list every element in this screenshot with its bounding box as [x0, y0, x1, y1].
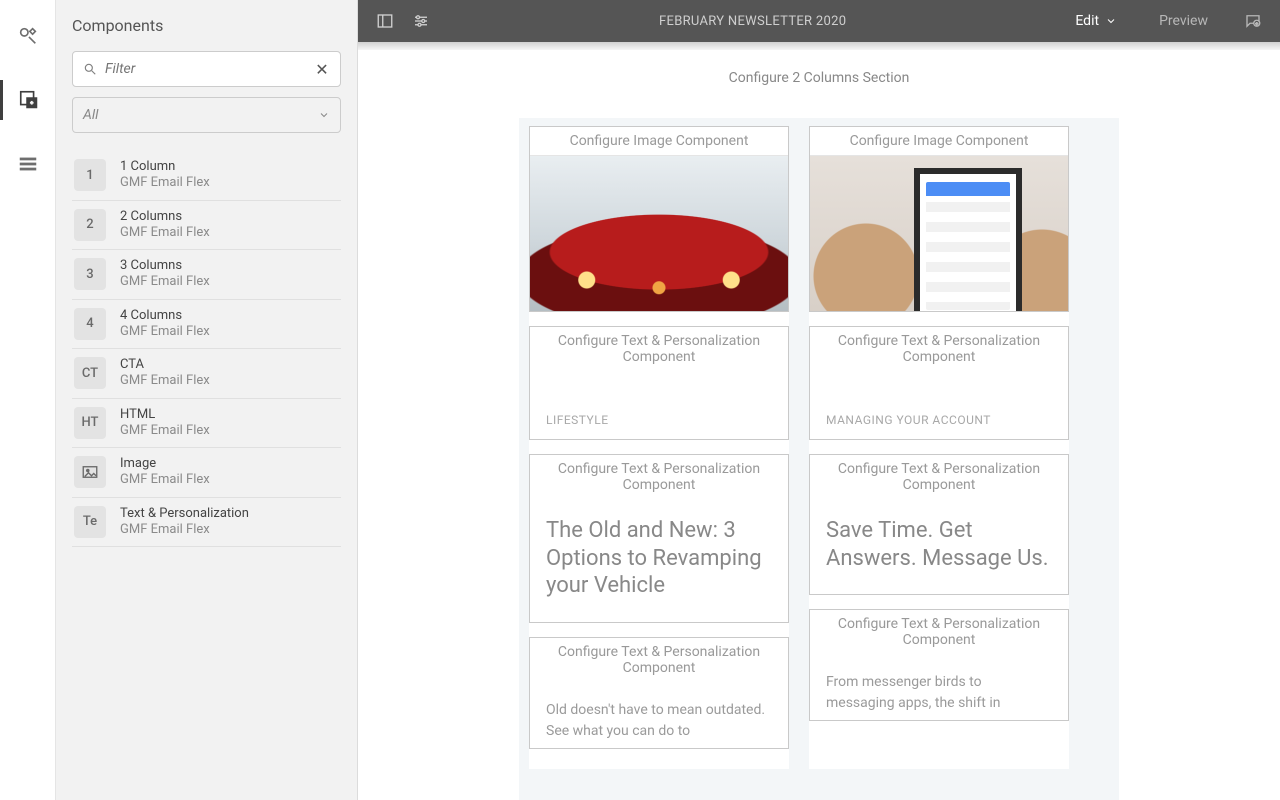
- headline-text: Save Time. Get Answers. Message Us.: [810, 499, 1068, 594]
- text-component-right-headline[interactable]: Configure Text & Personalization Compone…: [809, 454, 1069, 595]
- body-text: From messenger birds to messaging apps, …: [810, 654, 1068, 720]
- component-image[interactable]: Image GMF Email Flex: [72, 448, 341, 498]
- component-name: Text & Personalization: [120, 506, 249, 522]
- section-config-label[interactable]: Configure 2 Columns Section: [358, 50, 1280, 118]
- text-config-label: Configure Text & Personalization Compone…: [530, 327, 788, 371]
- svg-text:+: +: [1255, 23, 1258, 28]
- mode-label: Edit: [1075, 13, 1099, 29]
- panel-title: Components: [72, 16, 341, 35]
- component-group: GMF Email Flex: [120, 522, 249, 538]
- component-name: CTA: [120, 357, 210, 373]
- group-select[interactable]: All: [72, 97, 341, 133]
- text-component-left-body[interactable]: Configure Text & Personalization Compone…: [529, 637, 789, 749]
- chevron-down-icon: [1105, 15, 1117, 27]
- image-component-right[interactable]: Configure Image Component: [809, 126, 1069, 312]
- component-4-columns[interactable]: 4 4 Columns GMF Email Flex: [72, 300, 341, 350]
- text-config-label: Configure Text & Personalization Compone…: [810, 327, 1068, 371]
- text-config-label: Configure Text & Personalization Compone…: [810, 455, 1068, 499]
- mode-switcher[interactable]: Edit: [1075, 13, 1117, 29]
- image-config-label: Configure Image Component: [810, 127, 1068, 156]
- filter-input[interactable]: [105, 61, 306, 77]
- component-name: Image: [120, 456, 210, 472]
- headline-text: The Old and New: 3 Options to Revamping …: [530, 499, 788, 622]
- eyebrow-text: MANAGING YOUR ACCOUNT: [810, 371, 1068, 439]
- text-config-label: Configure Text & Personalization Compone…: [530, 638, 788, 682]
- component-cta[interactable]: CT CTA GMF Email Flex: [72, 349, 341, 399]
- component-name: 4 Columns: [120, 308, 210, 324]
- topbar-shadow: [358, 42, 1280, 50]
- two-column-section[interactable]: Configure Image Component Configure Text…: [519, 118, 1119, 800]
- component-list: 1 1 Column GMF Email Flex 2 2 Columns GM…: [72, 151, 341, 547]
- badge-2: 2: [74, 209, 106, 241]
- component-group: GMF Email Flex: [120, 175, 210, 191]
- filter-input-wrap[interactable]: ✕: [72, 51, 341, 87]
- component-name: 3 Columns: [120, 258, 210, 274]
- component-text-personalization[interactable]: Te Text & Personalization GMF Email Flex: [72, 498, 341, 548]
- component-2-columns[interactable]: 2 2 Columns GMF Email Flex: [72, 201, 341, 251]
- image-config-label: Configure Image Component: [530, 127, 788, 156]
- body-text: Old doesn't have to mean outdated. See w…: [530, 682, 788, 748]
- component-group: GMF Email Flex: [120, 274, 210, 290]
- component-3-columns[interactable]: 3 3 Columns GMF Email Flex: [72, 250, 341, 300]
- component-html[interactable]: HT HTML GMF Email Flex: [72, 399, 341, 449]
- clear-filter-icon[interactable]: ✕: [314, 60, 330, 79]
- preview-button[interactable]: Preview: [1159, 13, 1208, 29]
- component-name: 1 Column: [120, 159, 210, 175]
- badge-3: 3: [74, 258, 106, 290]
- text-component-right-body[interactable]: Configure Text & Personalization Compone…: [809, 609, 1069, 721]
- rail-content-tree-icon[interactable]: [0, 144, 56, 184]
- badge-ht: HT: [74, 407, 106, 439]
- badge-4: 4: [74, 308, 106, 340]
- document-title: FEBRUARY NEWSLETTER 2020: [448, 14, 1057, 29]
- rail-components-icon[interactable]: [0, 80, 56, 120]
- chevron-down-icon: [318, 109, 330, 121]
- column-left[interactable]: Configure Image Component Configure Text…: [529, 126, 789, 769]
- component-group: GMF Email Flex: [120, 423, 210, 439]
- text-config-label: Configure Text & Personalization Compone…: [810, 610, 1068, 654]
- image-component-left[interactable]: Configure Image Component: [529, 126, 789, 312]
- rail-assets-icon[interactable]: [0, 16, 56, 56]
- components-panel: Components ✕ All 1 1 Column GMF Email Fl…: [56, 0, 358, 800]
- component-name: HTML: [120, 407, 210, 423]
- image-icon: [74, 456, 106, 488]
- text-component-right-eyebrow[interactable]: Configure Text & Personalization Compone…: [809, 326, 1069, 440]
- column-right[interactable]: Configure Image Component Configure Text…: [809, 126, 1069, 769]
- editor-topbar: FEBRUARY NEWSLETTER 2020 Edit Preview +: [358, 0, 1280, 42]
- page-info-icon[interactable]: [412, 12, 430, 30]
- text-component-left-eyebrow[interactable]: Configure Text & Personalization Compone…: [529, 326, 789, 440]
- text-config-label: Configure Text & Personalization Compone…: [530, 455, 788, 499]
- component-1-column[interactable]: 1 1 Column GMF Email Flex: [72, 151, 341, 201]
- annotate-icon[interactable]: +: [1244, 12, 1262, 30]
- eyebrow-text: LIFESTYLE: [530, 371, 788, 439]
- badge-ct: CT: [74, 357, 106, 389]
- image-placeholder-car[interactable]: [530, 156, 788, 311]
- component-group: GMF Email Flex: [120, 225, 210, 241]
- component-name: 2 Columns: [120, 209, 210, 225]
- search-icon: [83, 62, 97, 76]
- group-select-value: All: [83, 107, 98, 123]
- image-placeholder-phone[interactable]: [810, 156, 1068, 311]
- component-group: GMF Email Flex: [120, 373, 210, 389]
- badge-te: Te: [74, 506, 106, 538]
- component-group: GMF Email Flex: [120, 324, 210, 340]
- text-component-left-headline[interactable]: Configure Text & Personalization Compone…: [529, 454, 789, 623]
- left-rail: [0, 0, 56, 800]
- component-group: GMF Email Flex: [120, 472, 210, 488]
- badge-1: 1: [74, 159, 106, 191]
- editor-canvas[interactable]: Configure 2 Columns Section Configure Im…: [358, 50, 1280, 800]
- toggle-panel-icon[interactable]: [376, 12, 394, 30]
